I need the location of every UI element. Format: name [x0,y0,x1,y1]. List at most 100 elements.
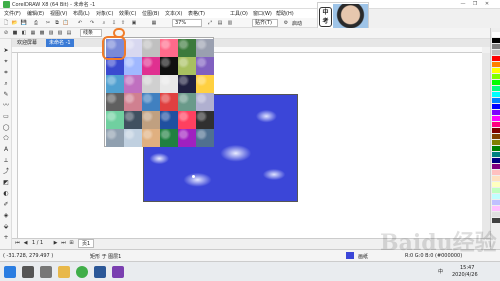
palette-color-chip[interactable] [492,74,500,79]
postscript-fill-icon[interactable]: ▤ [65,29,73,37]
texture-swatch[interactable] [106,111,124,129]
export-icon[interactable]: ⇧ [119,19,127,27]
app-launcher-icon[interactable]: ▦ [150,19,158,27]
menu-bitmaps[interactable]: 位图(B) [142,10,159,17]
menu-object[interactable]: 对象(C) [96,10,113,17]
texture-swatch[interactable] [160,93,178,111]
add-tool-icon[interactable]: + [2,234,10,241]
texture-swatch[interactable] [124,57,142,75]
menu-window[interactable]: 窗口(W) [253,10,272,17]
ruler-toggle-icon[interactable]: ▤ [216,19,224,27]
palette-color-chip[interactable] [492,44,500,49]
interactive-fill-icon[interactable]: ◈ [2,212,10,219]
first-page-icon[interactable]: ⏮ [14,240,21,246]
texture-swatch[interactable] [142,111,160,129]
palette-color-chip[interactable] [492,68,500,73]
transparency-tool-icon[interactable]: ◐ [2,190,10,197]
fill-none-icon[interactable]: ⊘ [2,29,10,37]
palette-color-chip[interactable] [492,122,500,127]
texture-swatch[interactable] [178,57,196,75]
palette-color-chip[interactable] [492,38,500,43]
menu-effects[interactable]: 效果(C) [119,10,136,17]
start-windows-icon[interactable] [4,266,16,278]
palette-color-chip[interactable] [492,164,500,169]
texture-swatch[interactable] [106,75,124,93]
texture-swatch[interactable] [196,111,214,129]
new-file-icon[interactable]: 🗋 [2,19,10,27]
texture-swatch[interactable] [124,93,142,111]
texture-swatch[interactable] [160,57,178,75]
fountain-fill-icon[interactable]: ◧ [20,29,28,37]
texture-swatch[interactable] [196,75,214,93]
texture-swatch[interactable] [178,75,196,93]
texture-swatch[interactable] [196,93,214,111]
texture-swatch[interactable] [106,129,124,147]
texture-swatch[interactable] [106,93,124,111]
palette-color-chip[interactable] [492,170,500,175]
palette-color-chip[interactable] [492,194,500,199]
publish-pdf-icon[interactable]: ▣ [130,19,138,27]
vector-pattern-icon[interactable]: ▦ [29,29,37,37]
texture-swatch[interactable] [124,75,142,93]
texture-swatch[interactable] [124,129,142,147]
texture-swatch[interactable] [178,129,196,147]
add-page-icon[interactable]: ⊞ [68,240,75,246]
drop-shadow-icon[interactable]: ◩ [2,179,10,186]
task-view-icon[interactable] [40,266,52,278]
close-button[interactable]: ✕ [482,1,492,8]
menu-edit[interactable]: 编辑(E) [27,10,44,17]
texture-swatch[interactable] [160,111,178,129]
palette-color-chip[interactable] [492,50,500,55]
palette-color-chip[interactable] [492,116,500,121]
menu-text[interactable]: 文本(X) [165,10,182,17]
texture-swatch[interactable] [160,39,178,57]
palette-color-chip[interactable] [492,110,500,115]
app-taskbar-icon-2[interactable] [112,266,124,278]
texture-swatch[interactable] [142,39,160,57]
palette-color-chip[interactable] [492,200,500,205]
redo-icon[interactable]: ↷ [88,19,96,27]
texture-swatch[interactable] [124,39,142,57]
zoom-tool-icon[interactable]: ⌕ [2,80,10,87]
palette-color-chip[interactable] [492,104,500,109]
cut-icon[interactable]: ✂ [44,19,52,27]
crop-tool-icon[interactable]: ⌗ [2,69,10,76]
file-explorer-icon[interactable] [58,266,70,278]
tab-welcome[interactable]: 欢迎屏幕 [14,39,41,47]
rectangle-tool-icon[interactable]: ▭ [2,113,10,120]
texture-swatch[interactable] [142,75,160,93]
polygon-tool-icon[interactable]: ⬠ [2,135,10,142]
bitmap-pattern-icon[interactable]: ▩ [38,29,46,37]
next-page-icon[interactable]: ▶ [52,240,59,246]
texture-swatch[interactable] [124,111,142,129]
grid-toggle-icon[interactable]: ▥ [226,19,234,27]
menu-help[interactable]: 帮助(H) [276,10,294,17]
texture-fill-icon[interactable]: ▧ [56,29,64,37]
menu-table[interactable]: 表格(T) [188,10,205,17]
texture-swatch[interactable] [142,129,160,147]
palette-color-chip[interactable] [492,146,500,151]
search-icon[interactable] [22,266,34,278]
texture-swatch[interactable] [196,57,214,75]
import-icon[interactable]: ⇩ [110,19,118,27]
palette-color-chip[interactable] [492,152,500,157]
menu-layout[interactable]: 布局(L) [73,10,90,17]
palette-color-chip[interactable] [492,98,500,103]
open-folder-icon[interactable]: 📂 [11,19,19,27]
menu-tools[interactable]: 工具(O) [230,10,248,17]
ime-indicator[interactable]: 中 [438,268,443,275]
artistic-media-icon[interactable]: 〰 [2,102,10,109]
palette-color-chip[interactable] [492,56,500,61]
menu-view[interactable]: 视图(V) [50,10,67,17]
texture-swatch[interactable] [160,75,178,93]
freehand-tool-icon[interactable]: ✎ [2,91,10,98]
copy-icon[interactable]: ⧉ [53,19,61,27]
menu-file[interactable]: 文件(F) [4,10,21,17]
ellipse-tool-icon[interactable]: ◯ [2,124,10,131]
page-tab[interactable]: 页1 [78,239,95,248]
texture-swatch[interactable] [196,39,214,57]
palette-color-chip[interactable] [492,176,500,181]
texture-library-combo[interactable]: 线条 [80,29,102,37]
two-color-pattern-icon[interactable]: ▨ [47,29,55,37]
palette-color-chip[interactable] [492,218,500,223]
